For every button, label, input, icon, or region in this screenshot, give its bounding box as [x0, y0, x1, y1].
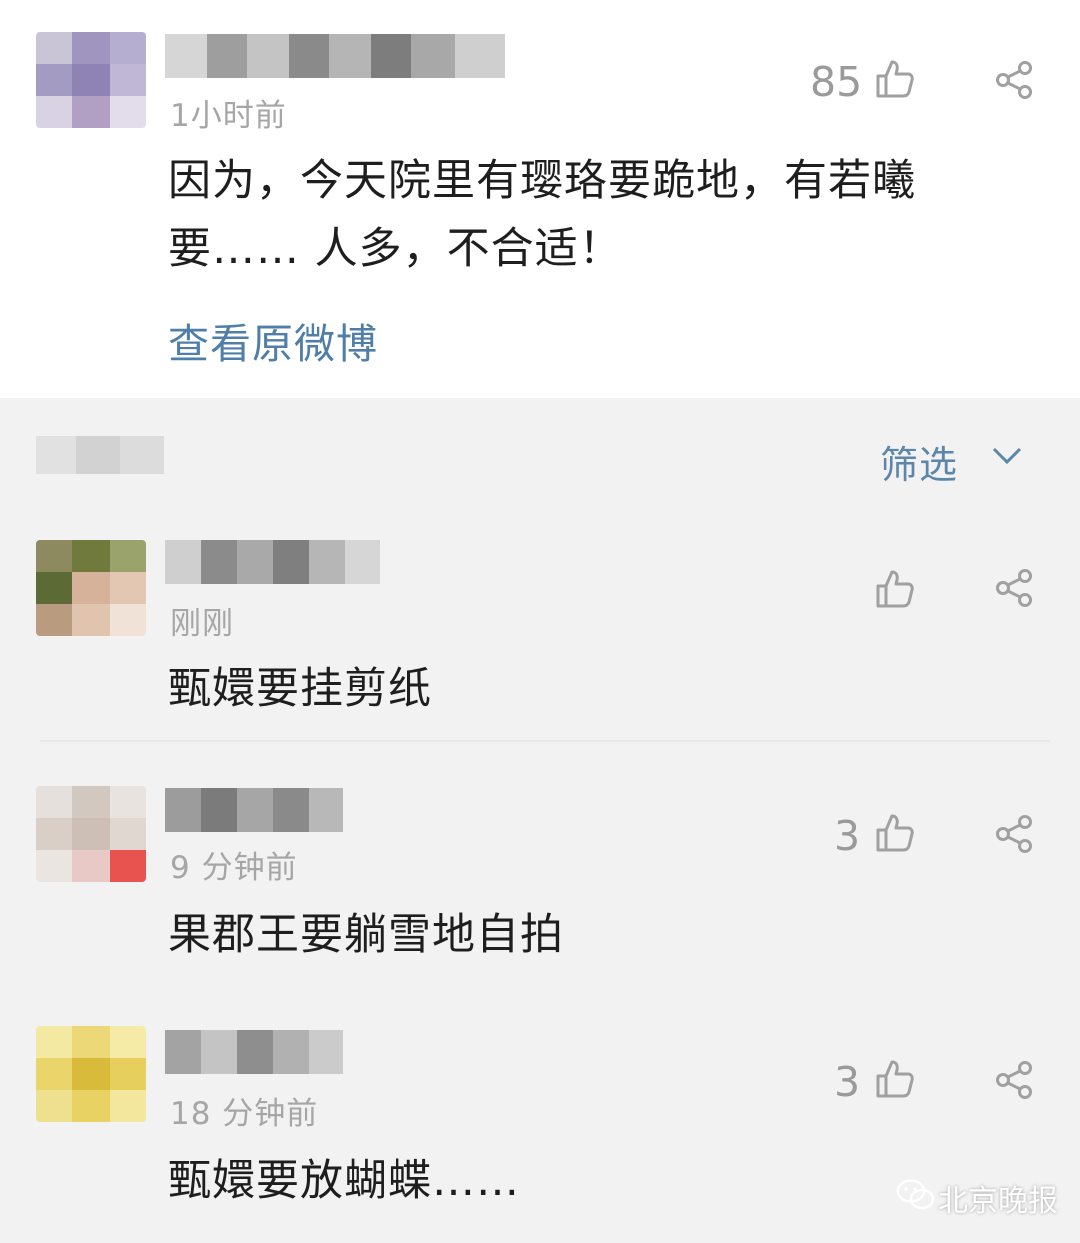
- comment-text: 甄嬛要放蝴蝶……: [168, 1156, 520, 1206]
- avatar[interactable]: [36, 540, 146, 636]
- like-count: 85: [810, 58, 863, 106]
- view-original-weibo-link[interactable]: 查看原微博: [168, 310, 378, 370]
- avatar[interactable]: [36, 786, 146, 882]
- post-text-line-2: 要…… 人多，不合适！: [168, 224, 623, 274]
- comment-text: 果郡王要躺雪地自拍: [168, 910, 564, 960]
- thumbs-up-icon[interactable]: [874, 812, 916, 854]
- share-icon[interactable]: [994, 60, 1034, 100]
- wechat-icon: [896, 1179, 935, 1210]
- avatar[interactable]: [36, 1026, 146, 1122]
- thumbs-up-icon[interactable]: [874, 568, 916, 610]
- like-count: 3: [834, 812, 861, 860]
- watermark-text: 北京晚报: [938, 1184, 1058, 1219]
- username-blurred[interactable]: [165, 34, 505, 78]
- post-text-line-1: 因为，今天院里有璎珞要跪地，有若曦: [168, 156, 916, 206]
- share-icon[interactable]: [994, 1060, 1034, 1100]
- thumbs-up-icon[interactable]: [874, 58, 916, 100]
- chevron-down-icon[interactable]: [990, 444, 1024, 468]
- like-count: 3: [834, 1058, 861, 1106]
- main-post-card: 1小时前 85 因为，今天院里有璎珞要跪地，有若曦 要…… 人多，不合适！ 查看…: [0, 0, 1080, 398]
- comment-time: 18 分钟前: [170, 1096, 319, 1132]
- thumbs-up-icon[interactable]: [874, 1058, 916, 1100]
- comment-text: 甄嬛要挂剪纸: [168, 664, 432, 714]
- comment-time: 刚刚: [170, 606, 234, 642]
- username-blurred[interactable]: [165, 1030, 343, 1074]
- share-icon[interactable]: [994, 568, 1034, 608]
- section-title-blurred: [36, 436, 164, 474]
- filter-button[interactable]: 筛选: [880, 434, 958, 489]
- username-blurred[interactable]: [165, 788, 343, 832]
- username-blurred[interactable]: [165, 540, 380, 584]
- divider: [40, 740, 1050, 742]
- avatar[interactable]: [36, 32, 146, 128]
- comment-time: 9 分钟前: [170, 850, 298, 886]
- share-icon[interactable]: [994, 814, 1034, 854]
- post-time: 1小时前: [170, 98, 287, 134]
